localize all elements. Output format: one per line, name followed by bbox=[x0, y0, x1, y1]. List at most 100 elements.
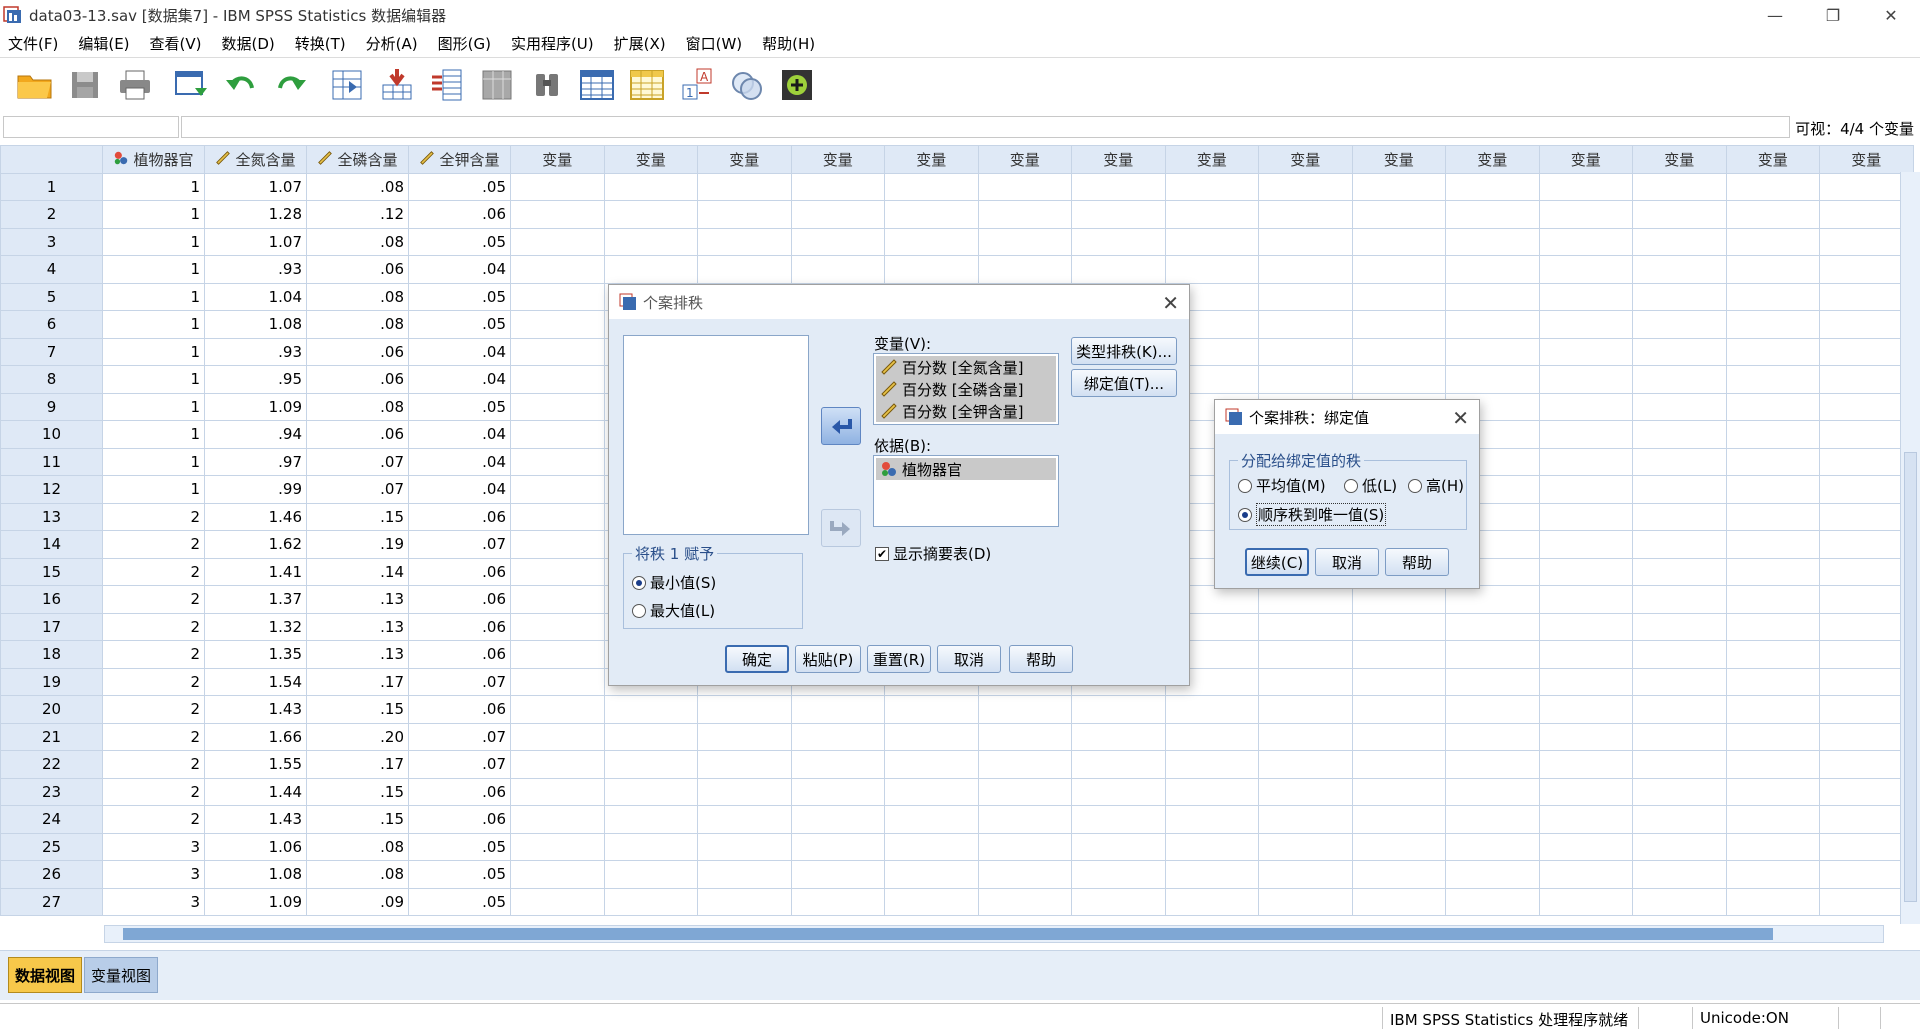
data-cell[interactable]: .08 bbox=[306, 832, 409, 861]
summary-checkbox[interactable]: ✔ 显示摘要表(D) bbox=[875, 543, 991, 564]
empty-cell[interactable] bbox=[1351, 612, 1446, 641]
empty-cell[interactable] bbox=[1538, 695, 1633, 724]
data-cell[interactable]: .15 bbox=[306, 777, 409, 806]
empty-cell[interactable] bbox=[1445, 695, 1540, 724]
empty-cell[interactable] bbox=[603, 695, 698, 724]
empty-column-header[interactable]: 变量 bbox=[603, 145, 698, 174]
empty-cell[interactable] bbox=[1632, 530, 1727, 559]
source-variable-list[interactable] bbox=[623, 335, 809, 535]
open-folder-icon[interactable] bbox=[12, 62, 58, 108]
row-number[interactable]: 24 bbox=[0, 805, 103, 834]
empty-cell[interactable] bbox=[1632, 805, 1727, 834]
empty-cell[interactable] bbox=[510, 777, 605, 806]
empty-cell[interactable] bbox=[1819, 640, 1914, 669]
data-table-icon[interactable] bbox=[574, 62, 620, 108]
empty-cell[interactable] bbox=[1351, 337, 1446, 366]
empty-column-header[interactable]: 变量 bbox=[1445, 145, 1540, 174]
empty-cell[interactable] bbox=[1071, 722, 1166, 751]
empty-cell[interactable] bbox=[1258, 585, 1353, 614]
data-cell[interactable]: 1 bbox=[102, 365, 205, 394]
empty-cell[interactable] bbox=[977, 172, 1072, 201]
empty-cell[interactable] bbox=[977, 832, 1072, 861]
row-number[interactable]: 22 bbox=[0, 750, 103, 779]
empty-cell[interactable] bbox=[1351, 282, 1446, 311]
empty-cell[interactable] bbox=[1538, 832, 1633, 861]
empty-cell[interactable] bbox=[1445, 200, 1540, 229]
empty-cell[interactable] bbox=[1819, 832, 1914, 861]
empty-column-header[interactable]: 变量 bbox=[1725, 145, 1820, 174]
empty-cell[interactable] bbox=[603, 200, 698, 229]
empty-cell[interactable] bbox=[1258, 310, 1353, 339]
empty-cell[interactable] bbox=[603, 722, 698, 751]
data-cell[interactable]: 2 bbox=[102, 640, 205, 669]
data-cell[interactable]: 1.62 bbox=[204, 530, 307, 559]
value-labels-table-icon[interactable] bbox=[624, 62, 670, 108]
data-cell[interactable]: .05 bbox=[408, 860, 511, 889]
data-cell[interactable]: 1 bbox=[102, 475, 205, 504]
empty-cell[interactable] bbox=[1819, 365, 1914, 394]
empty-cell[interactable] bbox=[1258, 612, 1353, 641]
empty-cell[interactable] bbox=[1164, 805, 1259, 834]
data-cell[interactable]: .97 bbox=[204, 447, 307, 476]
data-cell[interactable]: .07 bbox=[408, 750, 511, 779]
empty-cell[interactable] bbox=[1632, 750, 1727, 779]
help-button[interactable]: 帮助 bbox=[1009, 645, 1073, 673]
data-cell[interactable]: .20 bbox=[306, 722, 409, 751]
empty-cell[interactable] bbox=[1538, 475, 1633, 504]
empty-cell[interactable] bbox=[1632, 695, 1727, 724]
tab-data-view[interactable]: 数据视图 bbox=[8, 957, 83, 993]
goto-variable-icon[interactable] bbox=[374, 62, 420, 108]
row-number[interactable]: 10 bbox=[0, 420, 103, 449]
data-cell[interactable]: 2 bbox=[102, 585, 205, 614]
empty-cell[interactable] bbox=[1819, 557, 1914, 586]
empty-cell[interactable] bbox=[1445, 310, 1540, 339]
menu-window[interactable]: 窗口(W) bbox=[678, 33, 755, 54]
empty-cell[interactable] bbox=[1071, 805, 1166, 834]
empty-cell[interactable] bbox=[1258, 640, 1353, 669]
empty-cell[interactable] bbox=[510, 365, 605, 394]
data-cell[interactable]: 1.06 bbox=[204, 832, 307, 861]
empty-cell[interactable] bbox=[1538, 750, 1633, 779]
empty-cell[interactable] bbox=[1351, 172, 1446, 201]
radio-high[interactable]: 高(H) bbox=[1408, 475, 1464, 496]
empty-cell[interactable] bbox=[1445, 887, 1540, 916]
empty-cell[interactable] bbox=[697, 172, 792, 201]
data-cell[interactable]: .19 bbox=[306, 530, 409, 559]
empty-cell[interactable] bbox=[1632, 255, 1727, 284]
empty-cell[interactable] bbox=[1538, 805, 1633, 834]
data-cell[interactable]: 1 bbox=[102, 447, 205, 476]
empty-cell[interactable] bbox=[1071, 860, 1166, 889]
data-cell[interactable]: .04 bbox=[408, 337, 511, 366]
data-cell[interactable]: .13 bbox=[306, 585, 409, 614]
empty-cell[interactable] bbox=[510, 667, 605, 696]
empty-cell[interactable] bbox=[603, 750, 698, 779]
empty-cell[interactable] bbox=[510, 557, 605, 586]
data-cell[interactable]: .06 bbox=[408, 640, 511, 669]
radio-smallest-button[interactable] bbox=[632, 575, 646, 590]
data-cell[interactable]: 1.54 bbox=[204, 667, 307, 696]
data-cell[interactable]: .17 bbox=[306, 750, 409, 779]
empty-cell[interactable] bbox=[977, 722, 1072, 751]
menu-graphs[interactable]: 图形(G) bbox=[430, 33, 503, 54]
empty-cell[interactable] bbox=[884, 777, 979, 806]
empty-cell[interactable] bbox=[790, 722, 885, 751]
data-cell[interactable]: .05 bbox=[408, 832, 511, 861]
empty-cell[interactable] bbox=[1164, 860, 1259, 889]
data-cell[interactable]: .94 bbox=[204, 420, 307, 449]
variables-list-item[interactable]: 百分数 [全钾含量] bbox=[876, 400, 1056, 422]
move-to-variables-button[interactable] bbox=[821, 407, 861, 445]
save-icon[interactable] bbox=[62, 62, 108, 108]
row-number[interactable]: 8 bbox=[0, 365, 103, 394]
empty-cell[interactable] bbox=[1164, 722, 1259, 751]
empty-cell[interactable] bbox=[1725, 612, 1820, 641]
empty-cell[interactable] bbox=[1819, 282, 1914, 311]
data-cell[interactable]: 1.07 bbox=[204, 172, 307, 201]
data-cell[interactable]: .15 bbox=[306, 695, 409, 724]
empty-cell[interactable] bbox=[1351, 310, 1446, 339]
empty-cell[interactable] bbox=[790, 172, 885, 201]
radio-low-button[interactable] bbox=[1344, 478, 1358, 493]
empty-cell[interactable] bbox=[1258, 832, 1353, 861]
empty-cell[interactable] bbox=[1538, 887, 1633, 916]
empty-cell[interactable] bbox=[1632, 667, 1727, 696]
empty-cell[interactable] bbox=[1351, 777, 1446, 806]
